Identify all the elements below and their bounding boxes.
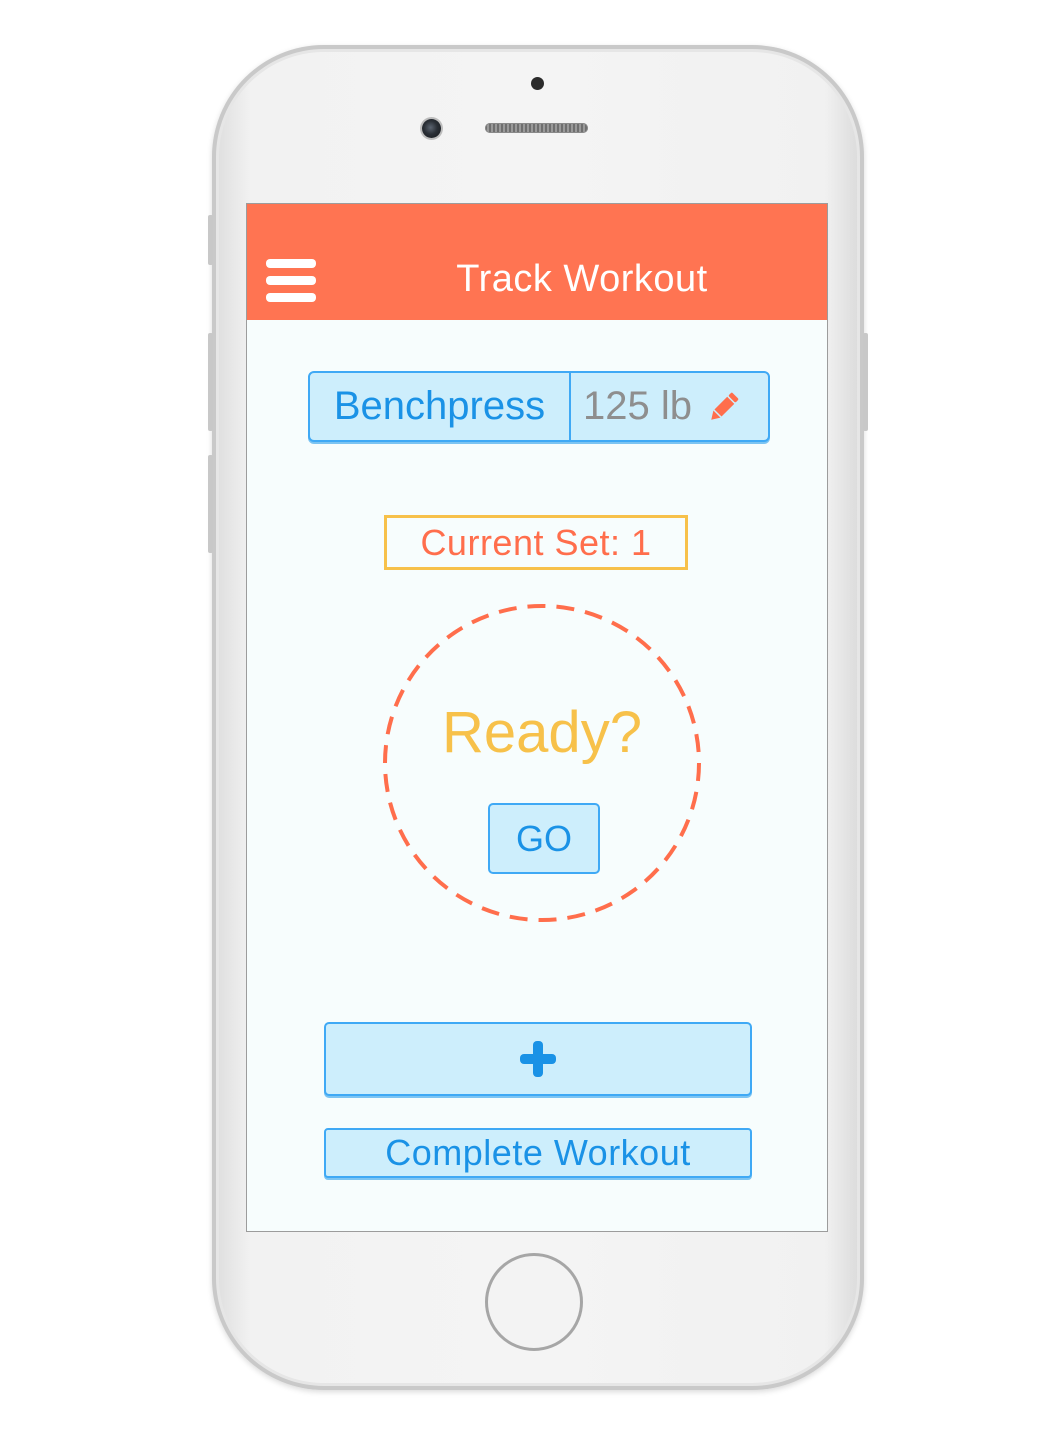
add-set-button[interactable]	[324, 1022, 752, 1096]
pencil-icon[interactable]	[704, 387, 744, 427]
earpiece-speaker	[485, 123, 588, 133]
app-header: Track Workout	[247, 204, 827, 320]
front-camera	[422, 119, 441, 138]
ready-prompt: Ready?	[442, 700, 642, 765]
go-button[interactable]: GO	[488, 803, 600, 874]
exercise-weight: 125 lb	[583, 384, 692, 428]
exercise-weight-field[interactable]: 125 lb	[571, 373, 768, 440]
app-screen: Track Workout Benchpress 125 lb Current …	[246, 203, 828, 1232]
mute-switch	[208, 215, 213, 265]
proximity-sensor	[531, 77, 544, 90]
exercise-selector[interactable]: Benchpress 125 lb	[308, 371, 770, 442]
hamburger-menu-icon[interactable]	[266, 259, 316, 303]
complete-workout-button[interactable]: Complete Workout	[324, 1128, 752, 1178]
power-button	[863, 333, 868, 431]
volume-down-button	[208, 455, 213, 553]
exercise-name[interactable]: Benchpress	[310, 373, 571, 440]
home-button[interactable]	[485, 1253, 583, 1351]
volume-up-button	[208, 333, 213, 431]
current-set-badge: Current Set: 1	[384, 515, 688, 570]
page-title: Track Workout	[456, 258, 708, 300]
plus-icon	[520, 1041, 556, 1077]
